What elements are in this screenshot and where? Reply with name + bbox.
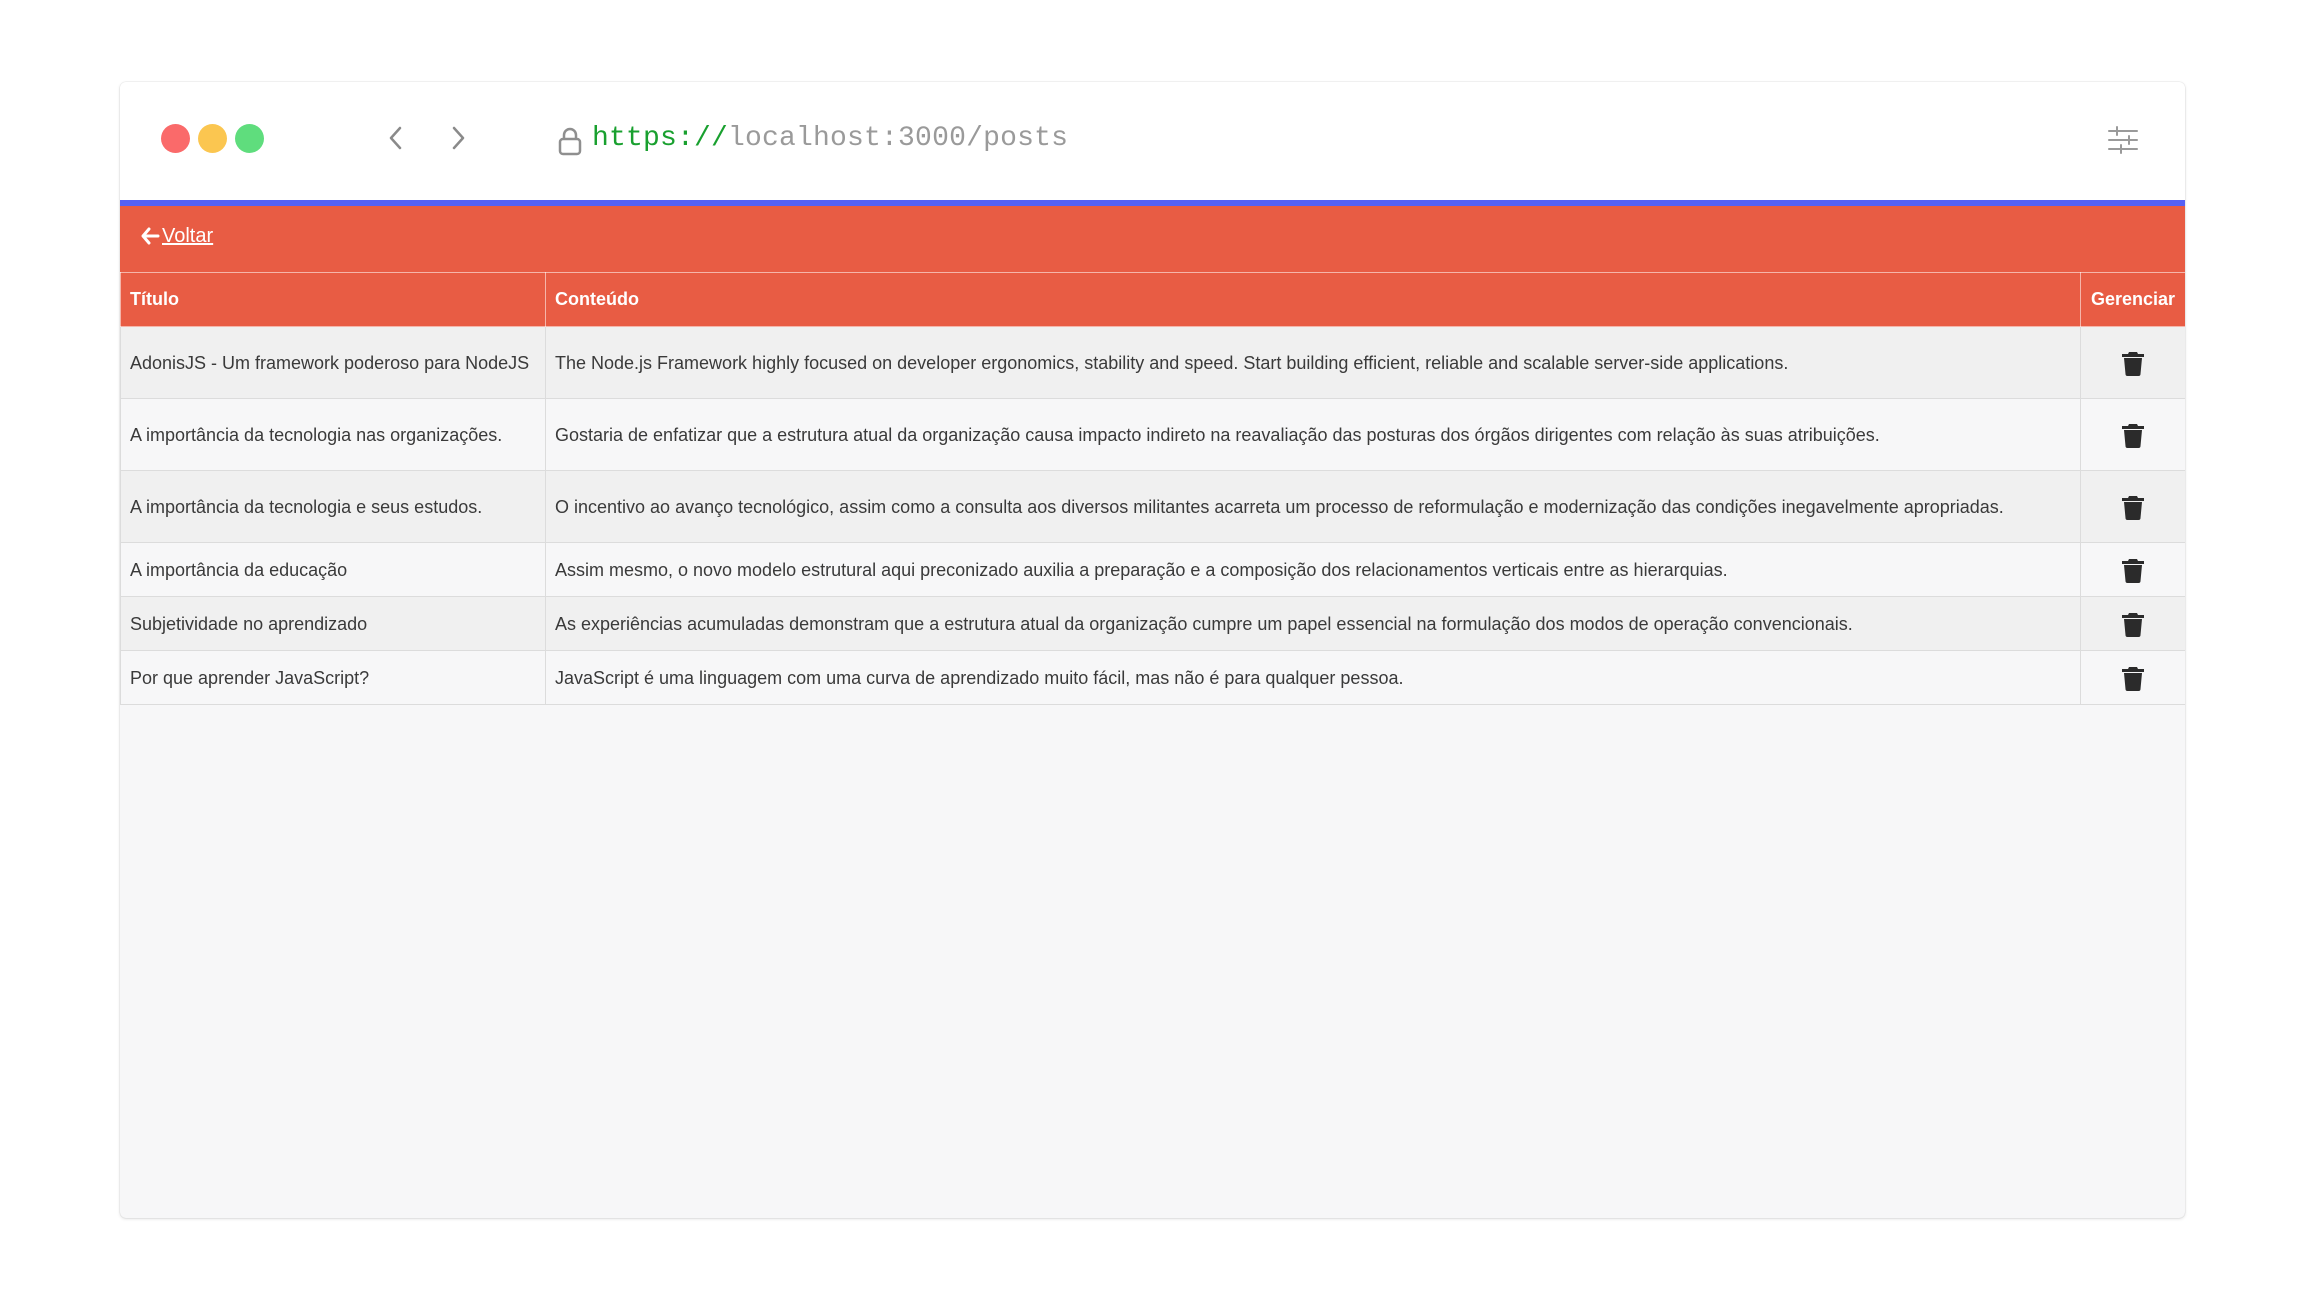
arrow-left-icon (141, 227, 160, 245)
post-content-cell: As experiências acumuladas demonstram qu… (545, 596, 2081, 651)
post-title-cell: Por que aprender JavaScript? (120, 650, 546, 705)
address-bar[interactable]: https://localhost:3000/posts (592, 122, 1068, 156)
posts-table: Título Conteúdo Gerenciar AdonisJS - Um … (120, 272, 2185, 705)
post-title-cell: A importância da educação (120, 542, 546, 597)
manage-cell (2080, 596, 2185, 651)
trash-icon[interactable] (2121, 665, 2145, 692)
minimize-window-dot[interactable] (198, 124, 227, 153)
lock-icon (558, 127, 582, 156)
trash-icon[interactable] (2121, 422, 2145, 449)
table-row: A importância da educação Assim mesmo, o… (120, 542, 2185, 597)
back-link[interactable]: Voltar (140, 222, 213, 250)
browser-window: https://localhost:3000/posts Voltar Títu… (120, 82, 2185, 1218)
back-nav-button[interactable] (376, 118, 416, 158)
table-row: Por que aprender JavaScript? JavaScript … (120, 650, 2185, 705)
forward-nav-button[interactable] (438, 118, 478, 158)
chevron-left-icon (389, 126, 402, 150)
close-window-dot[interactable] (161, 124, 190, 153)
window-controls (161, 124, 264, 153)
trash-icon[interactable] (2121, 350, 2145, 377)
url-path: localhost:3000/posts (728, 123, 1069, 154)
manage-cell (2080, 326, 2185, 399)
manage-cell (2080, 398, 2185, 471)
post-title-cell: AdonisJS - Um framework poderoso para No… (120, 326, 546, 399)
browser-toolbar: https://localhost:3000/posts (120, 82, 2185, 200)
column-header-manage: Gerenciar (2080, 272, 2185, 327)
table-row: Subjetividade no aprendizado As experiên… (120, 596, 2185, 651)
chevron-right-icon (452, 126, 465, 150)
url-scheme: https:// (592, 123, 729, 154)
table-header-row: Título Conteúdo Gerenciar (120, 272, 2185, 327)
trash-icon[interactable] (2121, 494, 2145, 521)
post-content-cell: The Node.js Framework highly focused on … (545, 326, 2081, 399)
post-content-cell: Gostaria de enfatizar que a estrutura at… (545, 398, 2081, 471)
manage-cell (2080, 470, 2185, 543)
post-content-cell: Assim mesmo, o novo modelo estrutural aq… (545, 542, 2081, 597)
maximize-window-dot[interactable] (235, 124, 264, 153)
back-link-label: Voltar (162, 225, 214, 247)
post-content-cell: O incentivo ao avanço tecnológico, assim… (545, 470, 2081, 543)
post-title-cell: Subjetividade no aprendizado (120, 596, 546, 651)
post-title-cell: A importância da tecnologia e seus estud… (120, 470, 546, 543)
trash-icon[interactable] (2121, 557, 2145, 584)
sliders-icon[interactable] (2103, 120, 2143, 160)
table-row: A importância da tecnologia nas organiza… (120, 398, 2185, 471)
manage-cell (2080, 650, 2185, 705)
post-content-cell: JavaScript é uma linguagem com uma curva… (545, 650, 2081, 705)
column-header-title: Título (120, 272, 546, 327)
column-header-content: Conteúdo (545, 272, 2081, 327)
table-row: A importância da tecnologia e seus estud… (120, 470, 2185, 543)
post-title-cell: A importância da tecnologia nas organiza… (120, 398, 546, 471)
trash-icon[interactable] (2121, 611, 2145, 638)
manage-cell (2080, 542, 2185, 597)
table-row: AdonisJS - Um framework poderoso para No… (120, 326, 2185, 399)
